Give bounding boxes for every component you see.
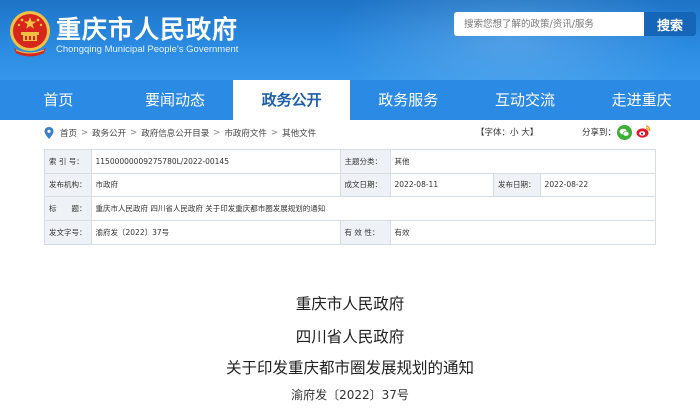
font-size-control[interactable]: 【字体：小 大】 — [476, 126, 538, 138]
validity-value: 有效 — [389, 220, 657, 245]
breadcrumb-separator: > — [81, 128, 89, 138]
issuer-value: 市政府 — [90, 172, 341, 197]
published-date-label: 发布日期： — [493, 172, 541, 197]
nav-item-home[interactable]: 首页 — [0, 80, 117, 120]
site-header: 重庆市人民政府 Chongqing Municipal People's Gov… — [0, 0, 700, 80]
document-number: 渝府发〔2022〕37号 — [291, 388, 409, 402]
index-number-value: 11500000009275780L/2022-00145 — [90, 149, 341, 174]
document-issuer-2: 四川省人民政府 — [295, 328, 405, 346]
title-label: 标 题： — [44, 196, 92, 221]
breadcrumb-separator: > — [130, 128, 138, 138]
document-info-table: 索 引 号： 11500000009275780L/2022-00145 主题分… — [44, 149, 657, 245]
nav-item-news[interactable]: 要闻动态 — [117, 80, 234, 120]
issuer-label: 发布机构： — [44, 172, 92, 197]
breadcrumb-gov-affairs[interactable]: 政务公开 — [92, 127, 126, 139]
breadcrumb-municipal-docs[interactable]: 市政府文件 — [224, 127, 267, 139]
location-pin-icon — [44, 127, 54, 139]
main-nav: 首页 要闻动态 政务公开 政务服务 互动交流 走进重庆 — [0, 80, 700, 120]
site-title[interactable]: 重庆市人民政府 — [56, 10, 238, 46]
created-date-label: 成文日期： — [339, 172, 391, 197]
index-number-label: 索 引 号： — [44, 149, 92, 174]
share-label: 分享到： — [582, 128, 617, 138]
weibo-share-icon[interactable] — [636, 124, 651, 139]
search-input[interactable] — [454, 12, 644, 36]
nav-item-interaction[interactable]: 互动交流 — [467, 80, 584, 120]
breadcrumb-separator: > — [213, 128, 221, 138]
wechat-share-icon[interactable] — [617, 125, 632, 140]
topic-value: 其他 — [389, 149, 657, 174]
document-title: 关于印发重庆都市圈发展规划的通知 — [225, 359, 474, 377]
nav-item-gov-services[interactable]: 政务服务 — [350, 80, 467, 120]
topic-label: 主题分类： — [339, 149, 391, 174]
site-subtitle: Chongqing Municipal People's Government — [56, 44, 239, 55]
document-issuer-1: 重庆市人民政府 — [295, 295, 405, 313]
nav-item-gov-affairs-public[interactable]: 政务公开 — [233, 80, 350, 120]
table-row: 发布机构： 市政府 成文日期： 2022-08-11 发布日期： 2022-08… — [44, 172, 657, 197]
search-button[interactable]: 搜索 — [644, 12, 696, 36]
table-row: 发文字号： 渝府发〔2022〕37号 有 效 性： 有效 — [44, 220, 657, 245]
table-row: 标 题： 重庆市人民政府 四川省人民政府 关于印发重庆都市圈发展规划的通知 — [44, 196, 656, 221]
created-date-value: 2022-08-11 — [389, 172, 495, 197]
breadcrumb-other-docs[interactable]: 其他文件 — [282, 127, 316, 139]
document-number-label: 发文字号： — [44, 220, 92, 245]
nav-item-about-chongqing[interactable]: 走进重庆 — [583, 80, 700, 120]
table-row: 索 引 号： 11500000009275780L/2022-00145 主题分… — [44, 149, 657, 174]
title-value: 重庆市人民政府 四川省人民政府 关于印发重庆都市圈发展规划的通知 — [90, 196, 656, 221]
validity-label: 有 效 性： — [339, 220, 391, 245]
breadcrumb-home[interactable]: 首页 — [60, 127, 77, 139]
breadcrumb: 首页 > 政务公开 > 政府信息公开目录 > 市政府文件 > 其他文件 — [44, 122, 656, 144]
published-date-value: 2022-08-22 — [539, 172, 657, 197]
breadcrumb-separator: > — [270, 128, 279, 138]
breadcrumb-info-directory[interactable]: 政府信息公开目录 — [141, 127, 209, 139]
document-number-value: 渝府发〔2022〕37号 — [90, 220, 341, 245]
national-emblem-icon[interactable] — [8, 8, 52, 60]
